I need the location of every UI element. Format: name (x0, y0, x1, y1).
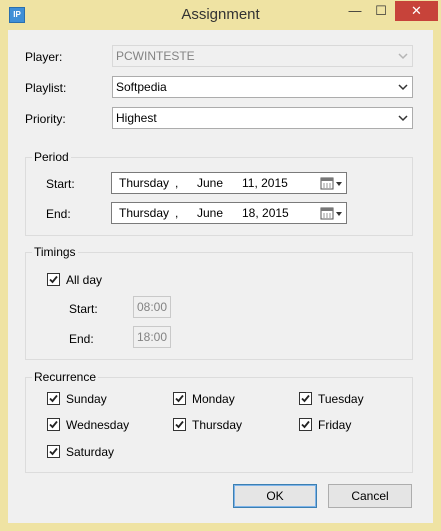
minimize-button[interactable]: — (342, 1, 368, 21)
end-sep: , (175, 206, 179, 220)
chevron-down-icon (398, 53, 408, 60)
all-day-label: All day (66, 273, 103, 287)
priority-value: Highest (116, 111, 157, 125)
checkmark-icon (49, 420, 58, 429)
title-bar[interactable]: IP Assignment — ☐ ✕ (0, 0, 441, 30)
cancel-button[interactable]: Cancel (328, 484, 412, 508)
timings-end-label: End: (69, 332, 94, 346)
period-title: Period (32, 150, 71, 164)
playlist-label: Playlist: (25, 81, 67, 95)
player-label: Player: (25, 50, 63, 64)
timings-start-label: Start: (69, 302, 98, 316)
checkbox-tuesday[interactable] (299, 392, 312, 405)
timings-start-input[interactable]: 08:00 (133, 296, 171, 318)
close-button[interactable]: ✕ (395, 1, 438, 21)
recurrence-title: Recurrence (32, 370, 99, 384)
start-month: June (197, 176, 224, 190)
label-monday: Monday (192, 392, 235, 406)
timings-title: Timings (32, 245, 78, 259)
checkmark-icon (175, 394, 184, 403)
end-day-year: 18, 2015 (242, 206, 289, 220)
checkbox-friday[interactable] (299, 418, 312, 431)
assignment-window: IP Assignment — ☐ ✕ SOFTPEDIA Player: PC… (0, 0, 441, 531)
label-saturday: Saturday (66, 445, 115, 459)
priority-combo[interactable]: Highest (112, 107, 413, 129)
checkbox-wednesday[interactable] (47, 418, 60, 431)
label-sunday: Sunday (66, 392, 107, 406)
label-wednesday: Wednesday (66, 418, 130, 432)
checkmark-icon (301, 420, 310, 429)
chevron-down-icon (398, 84, 408, 91)
period-start-label: Start: (46, 177, 75, 191)
end-month: June (197, 206, 224, 220)
player-value: PCWINTESTE (116, 49, 195, 63)
checkmark-icon (301, 394, 310, 403)
checkmark-icon (49, 275, 58, 284)
checkbox-monday[interactable] (173, 392, 186, 405)
start-date-picker[interactable]: Thursday , June 11, 2015 (111, 172, 347, 194)
checkbox-saturday[interactable] (47, 445, 60, 458)
chevron-down-icon (398, 115, 408, 122)
start-sep: , (175, 176, 179, 190)
playlist-combo[interactable]: Softpedia (112, 76, 413, 98)
label-tuesday: Tuesday (318, 392, 364, 406)
start-weekday: Thursday (119, 176, 170, 190)
label-friday: Friday (318, 418, 352, 432)
period-group (25, 157, 413, 236)
calendar-dropdown-icon[interactable] (320, 207, 344, 220)
end-weekday: Thursday (119, 206, 170, 220)
checkmark-icon (49, 394, 58, 403)
maximize-button[interactable]: ☐ (368, 1, 394, 21)
timings-end-input[interactable]: 18:00 (133, 326, 171, 348)
dialog-body: SOFTPEDIA Player: PCWINTESTE Playlist: S… (8, 30, 433, 523)
checkmark-icon (175, 420, 184, 429)
calendar-dropdown-icon[interactable] (320, 177, 344, 190)
checkbox-sunday[interactable] (47, 392, 60, 405)
priority-label: Priority: (25, 112, 66, 126)
ok-button[interactable]: OK (233, 484, 317, 508)
checkmark-icon (49, 447, 58, 456)
player-combo[interactable]: PCWINTESTE (112, 45, 413, 67)
playlist-value: Softpedia (116, 80, 167, 94)
end-date-picker[interactable]: Thursday , June 18, 2015 (111, 202, 347, 224)
all-day-checkbox[interactable] (47, 273, 60, 286)
label-thursday: Thursday (192, 418, 243, 432)
start-day-year: 11, 2015 (242, 176, 288, 190)
period-end-label: End: (46, 207, 71, 221)
checkbox-thursday[interactable] (173, 418, 186, 431)
